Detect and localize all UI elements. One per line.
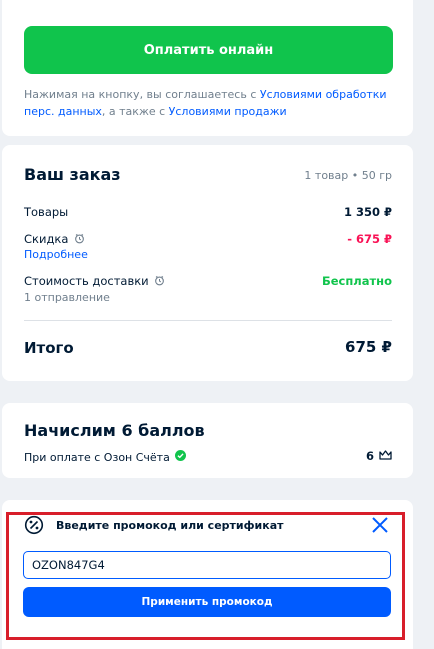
order-summary-card: Ваш заказ 1 товар • 50 гр Товары 1 350 ₽…	[2, 145, 413, 381]
discount-label: Скидка	[24, 232, 69, 246]
legal-prefix: Нажимая на кнопку, вы соглашаетесь с	[24, 88, 260, 101]
check-circle-icon	[174, 450, 186, 464]
order-meta: 1 товар • 50 гр	[304, 169, 392, 182]
clock-icon[interactable]	[154, 275, 165, 289]
points-value: 6	[365, 449, 374, 463]
delivery-row: Стоимость доставки	[24, 274, 165, 289]
points-title: Начислим 6 баллов	[24, 421, 205, 440]
sale-terms-link[interactable]: Условиями продажи	[169, 105, 287, 118]
crown-icon	[379, 449, 392, 463]
discount-value: - 675 ₽	[347, 232, 392, 246]
legal-middle: , а также с	[101, 105, 169, 118]
delivery-value: Бесплатно	[321, 274, 392, 288]
divider	[24, 320, 392, 321]
points-note: При оплате с Озон Счёта	[24, 450, 186, 464]
points-card: Начислим 6 баллов При оплате с Озон Счёт…	[2, 403, 413, 478]
points-value-group: 6	[366, 449, 392, 463]
order-title: Ваш заказ	[24, 165, 121, 184]
discount-row: Скидка	[24, 232, 85, 247]
total-value: 675 ₽	[345, 338, 392, 356]
pay-online-button[interactable]: Оплатить онлайн	[24, 26, 393, 74]
highlight-frame	[6, 512, 405, 640]
legal-notice: Нажимая на кнопку, вы соглашаетесь с Усл…	[24, 86, 394, 120]
goods-value: 1 350 ₽	[343, 205, 392, 219]
goods-label: Товары	[24, 205, 69, 219]
delivery-note: 1 отправление	[24, 291, 110, 304]
points-note-text: При оплате с Озон Счёта	[24, 450, 170, 464]
payment-card: Оплатить онлайн Нажимая на кнопку, вы со…	[2, 0, 413, 136]
discount-details-link[interactable]: Подробнее	[24, 248, 88, 261]
total-label: Итого	[24, 339, 74, 357]
delivery-label: Стоимость доставки	[24, 274, 149, 288]
clock-icon[interactable]	[74, 233, 85, 247]
